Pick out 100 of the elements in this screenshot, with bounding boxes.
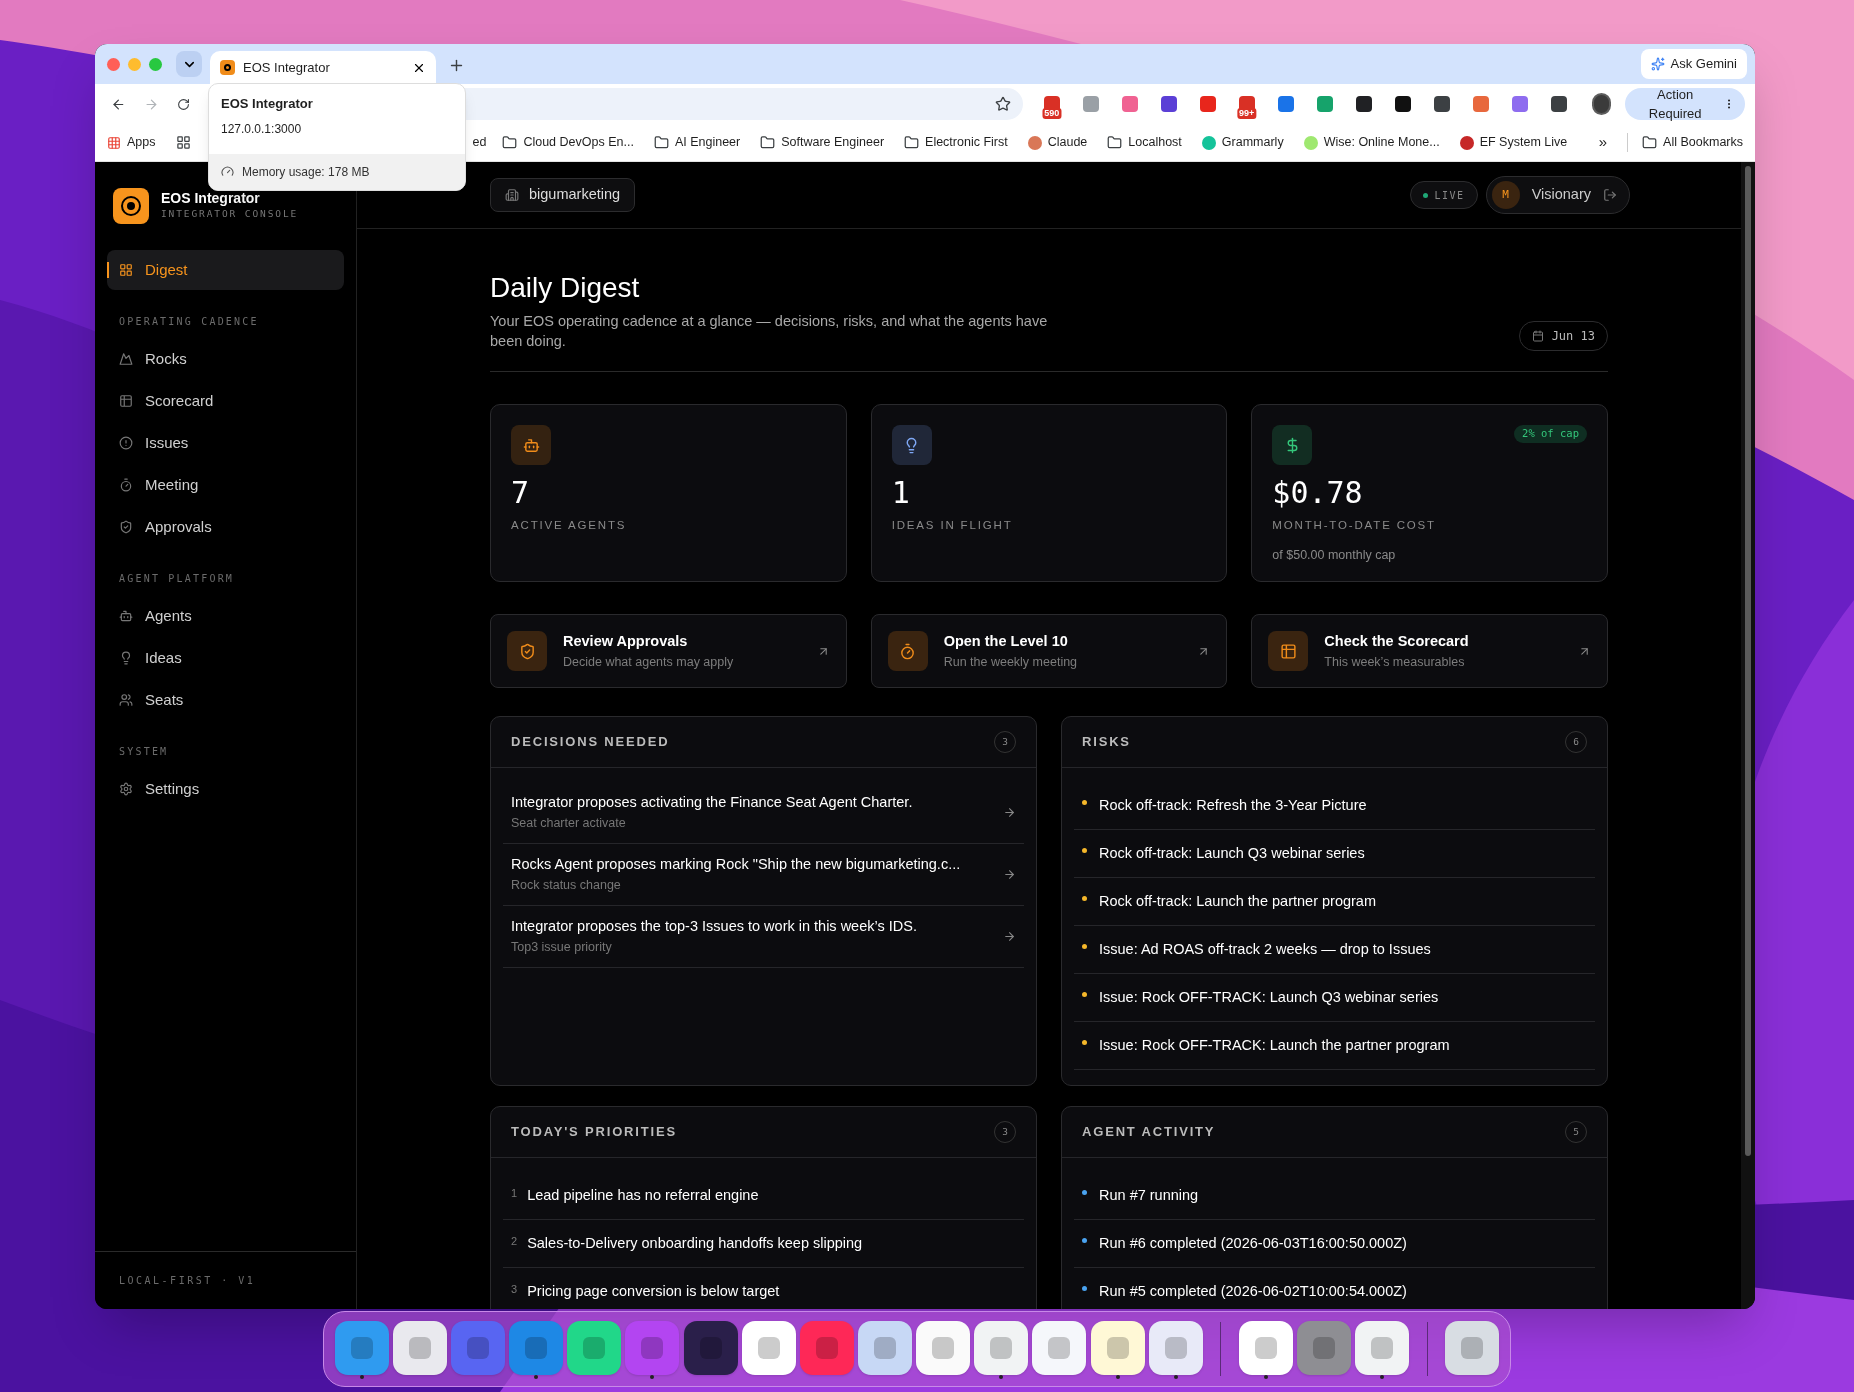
app-icon[interactable] <box>1445 1321 1500 1375</box>
bookmark-item[interactable]: Software Engineer <box>760 133 885 152</box>
stat-value: 1 <box>891 475 911 511</box>
app-icon[interactable] <box>974 1321 1029 1375</box>
app-icon[interactable] <box>1355 1321 1410 1375</box>
hover-card-url: 127.0.0.1:3000 <box>221 120 303 138</box>
nav-item[interactable]: Approvals <box>107 507 344 547</box>
arrow-right-icon <box>1003 806 1016 819</box>
app-icon[interactable] <box>1148 1321 1203 1375</box>
quick-link-card[interactable]: Open the Level 10 Run the weekly meeting <box>870 614 1228 688</box>
decision-row[interactable]: Integrator proposes the top-3 Issues to work in this week’s IDS. Top3 issue priority <box>503 906 1024 968</box>
nav-item[interactable]: Issues <box>107 423 344 463</box>
app-icon[interactable] <box>567 1321 622 1375</box>
nav-item[interactable]: Scorecard <box>107 381 344 421</box>
bookmark-item[interactable]: Grammarly <box>1201 133 1284 152</box>
ask-gemini-button[interactable]: Ask Gemini <box>1640 49 1747 79</box>
settings-icon <box>119 782 133 796</box>
table-icon <box>1279 642 1297 660</box>
app-icon[interactable] <box>1090 1321 1145 1375</box>
list-item-text: Issue: Ad ROAS off-track 2 weeks — drop to Issues <box>1099 939 1431 959</box>
extension-icon[interactable] <box>1433 96 1450 112</box>
panel-title: DECISIONS NEEDED <box>511 733 670 752</box>
quick-link-subtitle: This week’s measurables <box>1324 653 1466 671</box>
quick-link-card[interactable]: Check the Scorecard This week’s measurables <box>1251 614 1608 688</box>
memory-usage-text: Memory usage: 178 MB <box>242 163 370 181</box>
bookmark-item[interactable]: Electronic First <box>904 133 1008 152</box>
nav-item[interactable]: Agents <box>107 596 344 636</box>
users-icon <box>119 693 133 707</box>
quick-link-subtitle: Run the weekly meeting <box>943 653 1079 671</box>
user-menu[interactable]: M Visionary <box>1485 176 1630 214</box>
list-item-text: Rock off-track: Refresh the 3-Year Picture <box>1099 795 1367 815</box>
app-icon[interactable] <box>741 1321 796 1375</box>
nav-item[interactable]: Ideas <box>107 638 344 678</box>
bookmark-item[interactable]: Wise: Online Mone... <box>1303 133 1440 152</box>
reload-icon[interactable] <box>176 96 190 112</box>
app-icon[interactable] <box>1032 1321 1087 1375</box>
extension-icon[interactable] <box>1355 96 1372 112</box>
cap-badge: 2% of cap <box>1514 425 1587 443</box>
browser-tab[interactable]: EOS Integrator <box>210 51 436 84</box>
bookmark-star-icon[interactable] <box>994 96 1011 112</box>
panel-title: TODAY'S PRIORITIES <box>511 1123 677 1142</box>
bookmark-item[interactable]: Cloud DevOps En... <box>502 133 634 152</box>
tab-groups-icon[interactable] <box>175 135 191 150</box>
nav-item[interactable]: Meeting <box>107 465 344 505</box>
app-icon[interactable] <box>392 1321 447 1375</box>
bookmark-item[interactable]: AI Engineer <box>653 133 741 152</box>
brand-title: EOS Integrator <box>161 190 261 208</box>
extension-icon[interactable] <box>1550 96 1567 112</box>
live-status-badge: LIVE <box>1409 181 1478 209</box>
profile-avatar[interactable] <box>1591 93 1612 115</box>
tab-title: EOS Integrator <box>243 58 331 77</box>
scrollbar[interactable] <box>1741 162 1755 1309</box>
action-required-button[interactable]: Action Required <box>1625 88 1745 120</box>
stat-value: $0.78 <box>1272 475 1364 511</box>
nav-item[interactable]: Seats <box>107 680 344 720</box>
list-item-text: Rock off-track: Launch Q3 webinar series <box>1099 843 1365 863</box>
robot-icon <box>119 609 133 623</box>
table-icon <box>119 394 133 408</box>
workspace-selector[interactable]: bigumarketing <box>490 178 636 212</box>
all-bookmarks-item[interactable]: All Bookmarks <box>1627 133 1743 152</box>
nav-item[interactable]: Rocks <box>107 339 344 379</box>
decision-subtitle: Top3 issue priority <box>511 939 613 956</box>
timer-icon <box>899 642 917 660</box>
app-icon[interactable] <box>1238 1321 1293 1375</box>
timer-icon <box>119 478 133 492</box>
logout-icon[interactable] <box>1603 188 1617 202</box>
extension-icon[interactable] <box>1394 96 1411 112</box>
new-tab-icon[interactable] <box>448 57 465 74</box>
folder-icon <box>502 135 518 150</box>
extension-icon[interactable] <box>1160 96 1177 112</box>
priority-text: Lead pipeline has no referral engine <box>527 1185 759 1205</box>
hover-card-title: EOS Integrator <box>221 95 314 113</box>
mountain-icon <box>119 352 133 366</box>
page-title: Daily Digest <box>490 271 641 305</box>
app-icon[interactable] <box>858 1321 912 1375</box>
close-window-button[interactable] <box>107 57 120 71</box>
quick-link-card[interactable]: Review Approvals Decide what agents may apply <box>490 614 847 688</box>
bookmark-item[interactable]: Localhost <box>1107 133 1182 152</box>
stat-note: of $50.00 monthly cap <box>1272 547 1397 565</box>
stat-value: 7 <box>511 475 531 511</box>
section-heading: OPERATING CADENCE <box>118 315 260 329</box>
list-item-text: Run #5 completed (2026-06-02T10:00:54.000Z) <box>1099 1281 1407 1301</box>
app-icon[interactable] <box>916 1321 971 1375</box>
nav-item[interactable]: Digest <box>107 250 344 290</box>
list-item-text: Issue: Rock OFF-TRACK: Launch the partner program <box>1099 1035 1450 1055</box>
decision-row[interactable]: Integrator proposes activating the Finance Seat Agent Charter. Seat charter activate <box>503 782 1024 844</box>
bookmark-item[interactable]: ed <box>472 133 487 152</box>
tab-search-button[interactable] <box>176 51 202 77</box>
bookmark-item[interactable]: EF System Live <box>1459 133 1568 152</box>
bookmark-item[interactable]: Apps <box>107 133 156 152</box>
quick-link-title: Review Approvals <box>563 631 689 651</box>
app-icon[interactable] <box>683 1321 738 1375</box>
more-bookmarks-button[interactable]: » <box>1598 131 1608 154</box>
bookmark-item[interactable]: Claude <box>1027 133 1088 152</box>
nav-item[interactable]: Settings <box>107 769 344 809</box>
arrow-right-icon <box>1003 930 1016 943</box>
grid-icon <box>119 263 133 277</box>
tab-favicon-icon <box>220 60 235 75</box>
stat-label: MONTH-TO-DATE COST <box>1272 518 1437 533</box>
decision-row[interactable]: Rocks Agent proposes marking Rock "Ship the new bigumarketing.c... Rock status change <box>503 844 1024 906</box>
